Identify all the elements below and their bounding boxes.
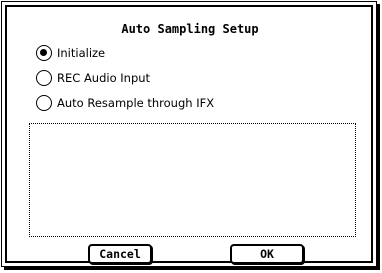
auto-sampling-setup-dialog: Auto Sampling Setup Initialize REC Audio… (0, 0, 382, 273)
radio-dot-icon (40, 49, 47, 56)
dialog-shadow-bottom (4, 267, 380, 270)
cancel-button[interactable]: Cancel (88, 244, 152, 264)
dialog-shadow-right (377, 4, 380, 270)
radio-label-initialize: Initialize (57, 46, 106, 60)
radio-option-rec-audio-input[interactable]: REC Audio Input (36, 68, 150, 88)
empty-list-box[interactable] (29, 123, 356, 237)
radio-button-selected-icon[interactable] (36, 45, 52, 61)
radio-button-icon[interactable] (36, 95, 52, 111)
dialog-title: Auto Sampling Setup (121, 22, 259, 36)
radio-label-auto-resample: Auto Resample through IFX (57, 96, 215, 110)
radio-option-initialize[interactable]: Initialize (36, 43, 105, 63)
radio-button-icon[interactable] (36, 70, 52, 86)
radio-label-rec-audio-input: REC Audio Input (57, 71, 151, 85)
ok-button[interactable]: OK (230, 244, 304, 264)
radio-option-auto-resample[interactable]: Auto Resample through IFX (36, 93, 214, 113)
